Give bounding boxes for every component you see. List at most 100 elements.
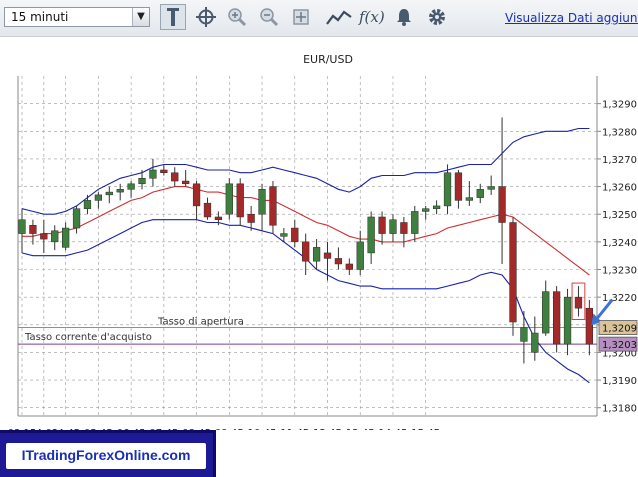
function-button[interactable]: f(x) <box>358 4 388 30</box>
candle-body <box>520 327 528 342</box>
candle-body <box>542 291 550 334</box>
timeframe-value: 15 minuti <box>11 10 69 24</box>
candle-body <box>454 172 463 201</box>
zoom-out-icon <box>260 8 279 27</box>
candle-body <box>247 213 255 223</box>
candle-body <box>574 296 583 309</box>
candle-body <box>334 258 343 265</box>
zoom-in-button[interactable] <box>224 4 250 30</box>
x-tick-time-label: 10:45 <box>248 428 277 430</box>
function-icon: f(x) <box>358 8 385 26</box>
candle-body <box>465 197 473 201</box>
alert-button[interactable] <box>391 4 417 30</box>
candle-body <box>389 219 397 234</box>
candle-body <box>280 233 288 237</box>
y-tick-label: 1,3280 <box>602 127 637 138</box>
candle-body <box>269 186 277 226</box>
candle-body <box>160 169 168 173</box>
candle-body <box>345 263 353 270</box>
crosshair-icon <box>196 7 216 27</box>
candle-body <box>127 183 135 190</box>
y-tick-label: 1,3260 <box>602 183 637 194</box>
x-tick-time-label: 12:45 <box>313 428 342 430</box>
x-tick-time-label: 15:45 <box>411 428 440 430</box>
candle-body <box>18 219 26 234</box>
candle-body <box>72 208 81 229</box>
ask-rate-label: Tasso corrente d'acquisto <box>24 332 152 343</box>
candle-body <box>432 205 441 209</box>
x-tick-time-label: 11:45 <box>280 428 309 430</box>
candle-body <box>323 252 332 259</box>
chevron-down-icon[interactable]: ▼ <box>132 8 149 26</box>
candle-body <box>367 216 375 254</box>
move-icon <box>293 9 309 25</box>
zoom-out-button[interactable] <box>256 4 282 30</box>
candle-body <box>225 183 233 215</box>
candle-body <box>302 241 310 262</box>
timeframe-select[interactable]: 15 minuti ▼ <box>4 7 150 27</box>
y-tick-label: 1,3270 <box>602 155 637 166</box>
candle-body <box>29 225 37 234</box>
candle-body <box>585 307 593 345</box>
x-tick-time-label: 09:45 <box>215 428 244 430</box>
cursor-button[interactable] <box>160 4 186 30</box>
move-button[interactable] <box>288 4 314 30</box>
cursor-icon <box>167 8 179 26</box>
candle-body <box>509 222 517 323</box>
svg-text:f(x): f(x) <box>358 8 385 26</box>
candle-body <box>171 172 179 182</box>
y-tick-label: 1,3220 <box>602 293 637 304</box>
show-data-link[interactable]: Visualizza Dati aggiunti <box>505 11 638 25</box>
brand-text[interactable]: ITradingForexOnline.com <box>6 447 206 463</box>
brand-label-box: ITradingForexOnline.com <box>6 443 206 469</box>
candle-body <box>498 186 506 223</box>
candle-body <box>40 233 48 240</box>
candle-body <box>378 216 386 234</box>
y-tick-label: 1,3180 <box>602 404 637 415</box>
candle-body <box>356 241 364 270</box>
candle-body <box>531 332 539 353</box>
ask-price-badge-text: 1,3203 <box>602 340 637 351</box>
line-chart-icon <box>326 10 352 25</box>
open-price-badge-text: 1,3209 <box>602 324 637 335</box>
settings-button[interactable] <box>424 4 450 30</box>
y-tick-label: 1,3230 <box>602 265 637 276</box>
candle-body <box>116 189 124 193</box>
candle-body <box>312 247 321 262</box>
toolbar: 15 minuti ▼ f(x) Visualizza Dati aggiunt… <box>0 0 638 37</box>
candle-body <box>443 172 452 207</box>
candle-body <box>182 180 190 185</box>
crosshair-button[interactable] <box>193 4 219 30</box>
zoom-in-icon <box>228 8 247 27</box>
candle-body <box>214 216 223 220</box>
candle-body <box>62 227 70 248</box>
settings-gear-icon <box>429 9 445 25</box>
candle-body <box>138 178 146 185</box>
alert-bell-icon <box>397 9 411 26</box>
candle-body <box>552 291 561 345</box>
candle-body <box>203 202 212 218</box>
candle-body <box>236 183 244 218</box>
open-rate-label: Tasso di apertura <box>157 317 244 328</box>
line-chart-button[interactable] <box>326 4 352 30</box>
candle-body <box>83 200 92 209</box>
y-tick-label: 1,3190 <box>602 376 637 387</box>
candle-body <box>258 189 266 215</box>
candle-body <box>476 189 484 198</box>
candle-body <box>422 208 430 212</box>
price-chart[interactable]: EUR/USD1,31801,31901,32001,32101,32201,3… <box>0 36 638 430</box>
x-tick-time-label: 13:45 <box>346 428 375 430</box>
y-tick-label: 1,3240 <box>602 238 637 249</box>
candle-body <box>105 191 113 196</box>
candle-body <box>51 230 59 243</box>
candle-body <box>487 186 495 190</box>
x-tick-time-label: 14:45 <box>379 428 408 430</box>
brand-banner: ITradingForexOnline.com <box>0 430 216 477</box>
candle-body <box>291 227 299 243</box>
y-tick-label: 1,3250 <box>602 210 637 221</box>
y-tick-label: 1,3290 <box>602 100 637 111</box>
candle-body <box>94 194 103 201</box>
candle-body <box>563 296 572 345</box>
candle-body <box>149 169 157 179</box>
chart-title: EUR/USD <box>303 53 353 66</box>
